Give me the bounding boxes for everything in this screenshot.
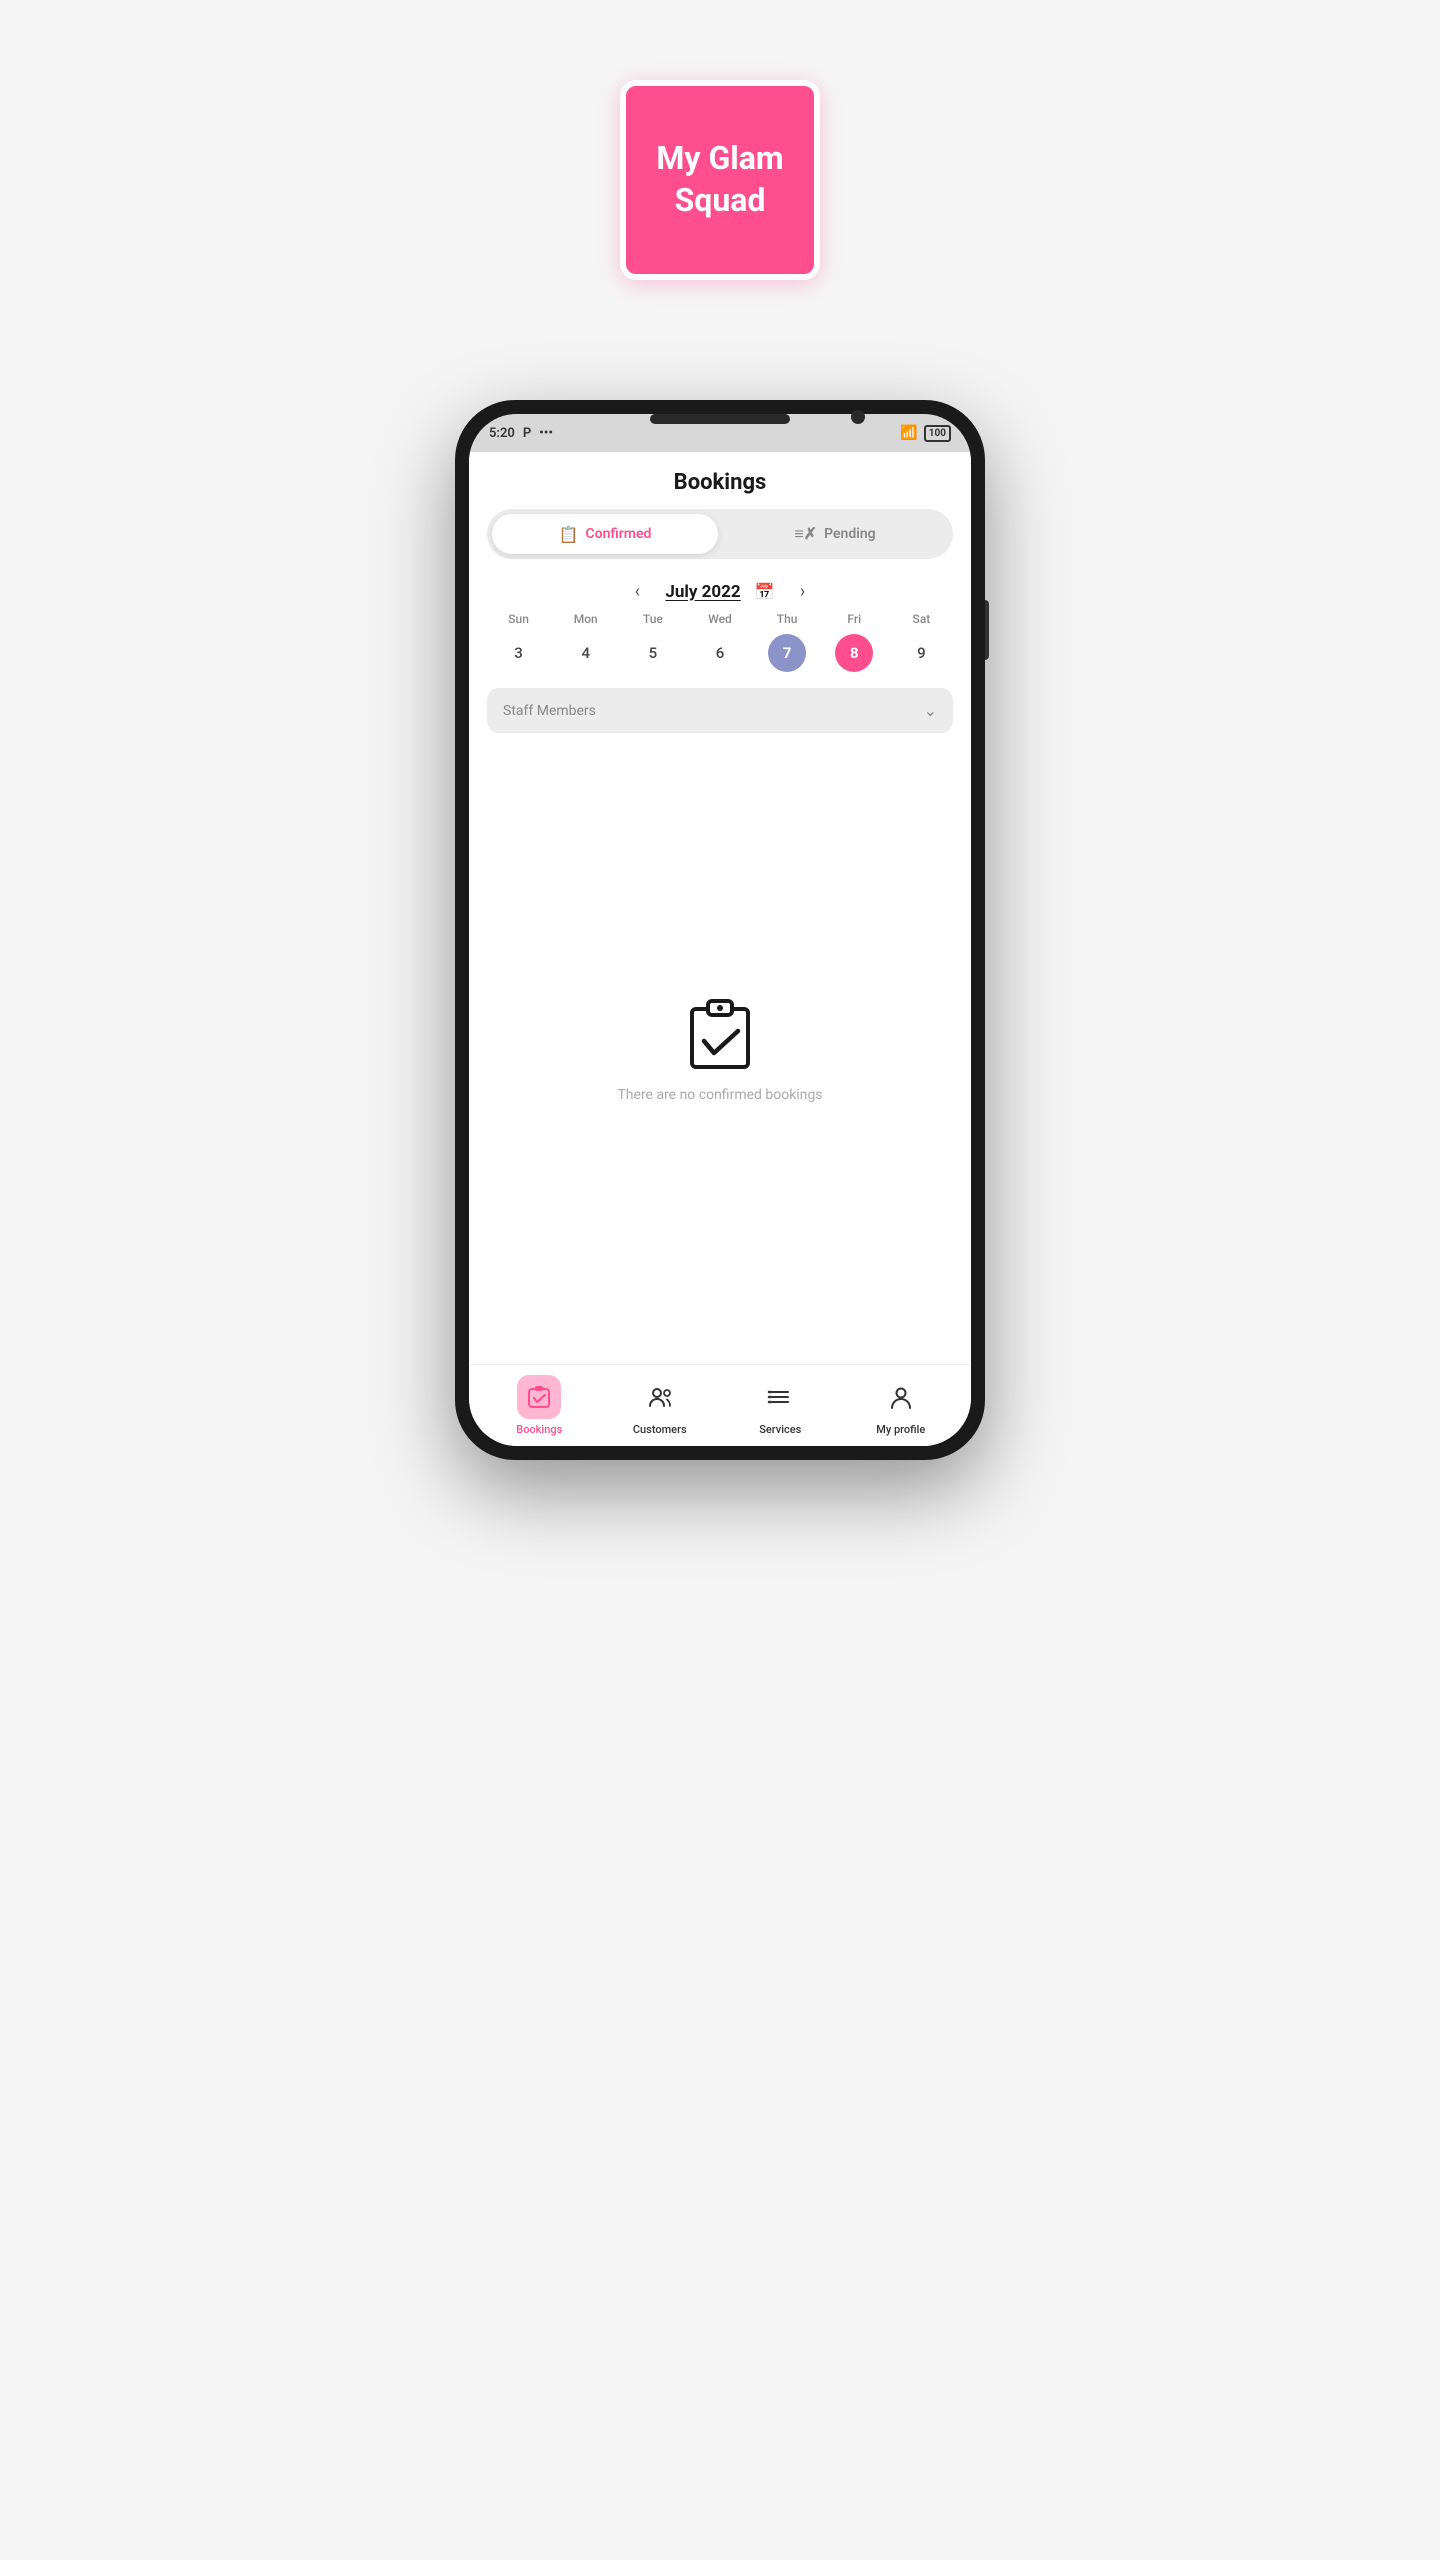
date-cell-4[interactable]: 4 xyxy=(552,632,619,674)
day-thu: Thu xyxy=(754,612,821,626)
services-nav-label: Services xyxy=(759,1423,801,1436)
empty-state: There are no confirmed bookings xyxy=(469,749,971,1364)
staff-dropdown-label: Staff Members xyxy=(503,703,596,719)
date-3[interactable]: 3 xyxy=(500,634,538,672)
phone-side-button xyxy=(985,600,989,660)
app-content: Bookings 📋 Confirmed ≡✗ Pending ‹ July 2… xyxy=(469,452,971,1364)
bookings-nav-label: Bookings xyxy=(516,1423,562,1436)
bottom-navigation: Bookings Customers xyxy=(469,1364,971,1446)
nav-item-customers[interactable]: Customers xyxy=(600,1375,721,1436)
tab-pending[interactable]: ≡✗ Pending xyxy=(722,514,948,554)
logo-text: My GlamSquad xyxy=(656,138,783,221)
calendar-icon: 📅 xyxy=(755,582,775,601)
dates-row: 3 4 5 6 7 8 9 xyxy=(469,632,971,674)
tab-pending-label: Pending xyxy=(824,526,876,542)
status-left: 5:20 P ••• xyxy=(489,426,553,441)
profile-icon-wrap xyxy=(879,1375,923,1419)
nav-item-bookings[interactable]: Bookings xyxy=(479,1375,600,1436)
date-6[interactable]: 6 xyxy=(701,634,739,672)
carrier-icon: P xyxy=(523,426,531,441)
day-fri: Fri xyxy=(821,612,888,626)
services-icon xyxy=(767,1384,793,1410)
day-wed: Wed xyxy=(686,612,753,626)
calendar-header: ‹ July 2022 📅 › xyxy=(469,575,971,612)
status-right: 📶 100 xyxy=(900,425,951,442)
date-7-today[interactable]: 7 xyxy=(768,634,806,672)
day-tue: Tue xyxy=(619,612,686,626)
date-cell-3[interactable]: 3 xyxy=(485,632,552,674)
customers-nav-label: Customers xyxy=(633,1423,687,1436)
day-mon: Mon xyxy=(552,612,619,626)
page-title: Bookings xyxy=(469,452,971,509)
carrier-dots: ••• xyxy=(539,426,553,441)
days-of-week-header: Sun Mon Tue Wed Thu Fri Sat xyxy=(469,612,971,626)
clipboard-check-icon xyxy=(680,991,760,1071)
tab-confirmed-label: Confirmed xyxy=(586,526,652,542)
next-month-button[interactable]: › xyxy=(789,581,817,602)
phone-notch xyxy=(650,414,790,424)
day-sun: Sun xyxy=(485,612,552,626)
date-5[interactable]: 5 xyxy=(634,634,672,672)
phone-frame: 5:20 P ••• 📶 100 Bookings 📋 Confirmed ≡✗ xyxy=(455,400,985,1460)
phone-screen: 5:20 P ••• 📶 100 Bookings 📋 Confirmed ≡✗ xyxy=(469,414,971,1446)
date-cell-6[interactable]: 6 xyxy=(686,632,753,674)
date-4[interactable]: 4 xyxy=(567,634,605,672)
date-cell-5[interactable]: 5 xyxy=(619,632,686,674)
date-9[interactable]: 9 xyxy=(902,634,940,672)
bookings-icon xyxy=(526,1384,552,1410)
phone-camera xyxy=(851,410,865,424)
wifi-icon: 📶 xyxy=(900,425,917,441)
bookings-icon-wrap xyxy=(517,1375,561,1419)
customers-icon-wrap xyxy=(638,1375,682,1419)
profile-nav-label: My profile xyxy=(876,1423,925,1436)
services-icon-wrap xyxy=(758,1375,802,1419)
date-cell-8[interactable]: 8 xyxy=(821,632,888,674)
tab-confirmed[interactable]: 📋 Confirmed xyxy=(492,514,718,554)
profile-icon xyxy=(888,1384,914,1410)
nav-item-profile[interactable]: My profile xyxy=(841,1375,962,1436)
empty-message: There are no confirmed bookings xyxy=(617,1087,822,1103)
date-8-selected[interactable]: 8 xyxy=(835,634,873,672)
prev-month-button[interactable]: ‹ xyxy=(623,581,651,602)
customers-icon xyxy=(647,1384,673,1410)
date-cell-7[interactable]: 7 xyxy=(754,632,821,674)
chevron-down-icon: ⌄ xyxy=(924,701,937,720)
staff-members-dropdown[interactable]: Staff Members ⌄ xyxy=(487,688,953,733)
day-sat: Sat xyxy=(888,612,955,626)
status-time: 5:20 xyxy=(489,426,515,441)
battery-indicator: 100 xyxy=(924,425,951,442)
confirmed-icon: 📋 xyxy=(559,525,579,544)
date-cell-9[interactable]: 9 xyxy=(888,632,955,674)
app-logo: My GlamSquad xyxy=(620,80,820,280)
month-year-label: July 2022 xyxy=(665,582,740,602)
tab-switcher: 📋 Confirmed ≡✗ Pending xyxy=(487,509,953,559)
nav-item-services[interactable]: Services xyxy=(720,1375,841,1436)
pending-icon: ≡✗ xyxy=(794,524,817,544)
